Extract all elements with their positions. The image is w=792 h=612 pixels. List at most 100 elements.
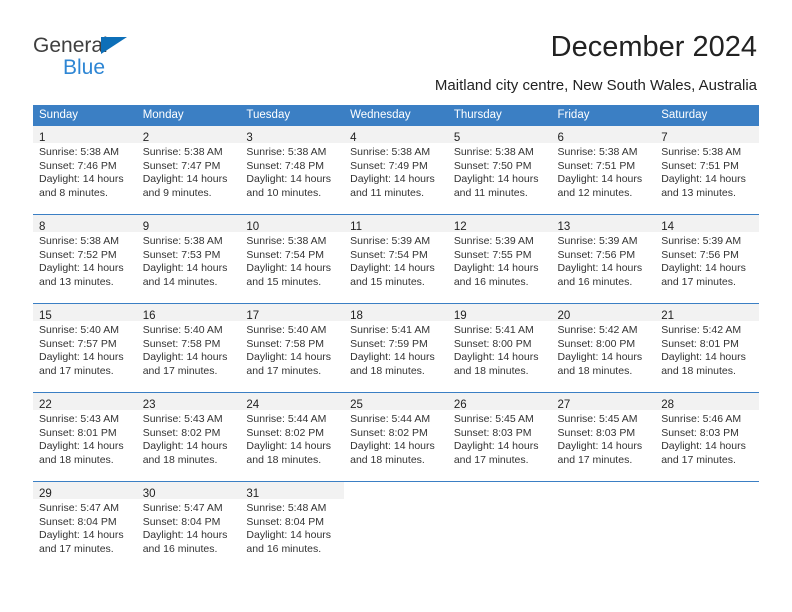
day-number: 9 xyxy=(142,221,150,233)
daylight-text: Daylight: 14 hours and 11 minutes. xyxy=(453,173,539,199)
day-number-band: 5 xyxy=(447,126,552,144)
sunset-text: Sunset: 8:01 PM xyxy=(661,337,739,350)
sunrise-text: Sunrise: 5:42 AM xyxy=(557,324,638,336)
daylight-text: Daylight: 14 hours and 16 minutes. xyxy=(557,262,643,288)
sunset-text: Sunset: 8:00 PM xyxy=(557,337,636,350)
brand-logo[interactable]: General Blue xyxy=(33,33,203,81)
day-cell[interactable]: 26 Sunrise: 5:45 AM Sunset: 8:03 PM Dayl… xyxy=(447,392,552,482)
weekday-header-wednesday: Wednesday xyxy=(344,105,448,126)
sunrise-text: Sunrise: 5:38 AM xyxy=(142,146,223,158)
calendar-page: General Blue December 2024 Maitland city… xyxy=(0,0,792,612)
day-cell[interactable]: 2 Sunrise: 5:38 AM Sunset: 7:47 PM Dayli… xyxy=(136,126,241,215)
day-cell[interactable]: 31 Sunrise: 5:48 AM Sunset: 8:04 PM Dayl… xyxy=(240,481,345,570)
weekday-header-monday: Monday xyxy=(136,105,241,126)
day-number-band: 4 xyxy=(344,126,448,144)
sunset-text: Sunset: 7:46 PM xyxy=(39,159,117,172)
day-cell[interactable]: 13 Sunrise: 5:39 AM Sunset: 7:56 PM Dayl… xyxy=(551,214,656,304)
daylight-text: Daylight: 14 hours and 16 minutes. xyxy=(453,262,539,288)
brand-logo-text-top: General xyxy=(33,33,203,58)
day-info: Sunrise: 5:38 AM Sunset: 7:46 PM Dayligh… xyxy=(33,143,137,200)
day-number-band: 28 xyxy=(655,393,759,411)
day-info: Sunrise: 5:41 AM Sunset: 7:59 PM Dayligh… xyxy=(344,321,448,378)
day-number: 22 xyxy=(39,399,52,411)
sunset-text: Sunset: 7:56 PM xyxy=(557,248,636,261)
sunrise-text: Sunrise: 5:38 AM xyxy=(39,235,119,247)
sunset-text: Sunset: 8:01 PM xyxy=(39,426,117,439)
day-cell[interactable]: 30 Sunrise: 5:47 AM Sunset: 8:04 PM Dayl… xyxy=(136,481,241,570)
daylight-text: Daylight: 14 hours and 12 minutes. xyxy=(557,173,643,199)
day-cell[interactable]: 7 Sunrise: 5:38 AM Sunset: 7:51 PM Dayli… xyxy=(655,126,759,215)
day-cell[interactable]: 4 Sunrise: 5:38 AM Sunset: 7:49 PM Dayli… xyxy=(344,126,448,215)
daylight-text: Daylight: 14 hours and 18 minutes. xyxy=(246,440,332,466)
sunrise-text: Sunrise: 5:45 AM xyxy=(557,413,638,425)
sunrise-text: Sunrise: 5:47 AM xyxy=(142,502,223,514)
day-cell[interactable]: 19 Sunrise: 5:41 AM Sunset: 8:00 PM Dayl… xyxy=(447,303,552,393)
day-number: 1 xyxy=(39,132,46,144)
daylight-text: Daylight: 14 hours and 18 minutes. xyxy=(39,440,124,466)
day-number: 24 xyxy=(246,399,260,411)
day-info: Sunrise: 5:47 AM Sunset: 8:04 PM Dayligh… xyxy=(33,499,137,556)
day-info: Sunrise: 5:44 AM Sunset: 8:02 PM Dayligh… xyxy=(240,410,344,467)
sunrise-text: Sunrise: 5:38 AM xyxy=(246,146,327,158)
day-number-band: 30 xyxy=(136,482,241,500)
day-cell[interactable]: 14 Sunrise: 5:39 AM Sunset: 7:56 PM Dayl… xyxy=(655,214,759,304)
day-cell[interactable]: 6 Sunrise: 5:38 AM Sunset: 7:51 PM Dayli… xyxy=(551,126,656,215)
sunrise-text: Sunrise: 5:39 AM xyxy=(661,235,742,247)
day-cell[interactable]: 20 Sunrise: 5:42 AM Sunset: 8:00 PM Dayl… xyxy=(551,303,656,393)
day-number: 8 xyxy=(39,221,46,233)
sunset-text: Sunset: 8:03 PM xyxy=(557,426,636,439)
day-cell[interactable]: 5 Sunrise: 5:38 AM Sunset: 7:50 PM Dayli… xyxy=(447,126,552,215)
day-cell[interactable]: 1 Sunrise: 5:38 AM Sunset: 7:46 PM Dayli… xyxy=(33,126,137,215)
day-number-band: 6 xyxy=(551,126,656,144)
day-cell[interactable]: 27 Sunrise: 5:45 AM Sunset: 8:03 PM Dayl… xyxy=(551,392,656,482)
calendar-week-row: 8 Sunrise: 5:38 AM Sunset: 7:52 PM Dayli… xyxy=(33,214,759,304)
daylight-text: Daylight: 14 hours and 17 minutes. xyxy=(39,529,124,555)
sunrise-text: Sunrise: 5:38 AM xyxy=(39,146,119,158)
day-number-band xyxy=(655,482,759,499)
sunset-text: Sunset: 8:02 PM xyxy=(142,426,221,439)
weekday-header-saturday: Saturday xyxy=(655,105,759,126)
daylight-text: Daylight: 14 hours and 10 minutes. xyxy=(246,173,332,199)
day-cell[interactable]: 10 Sunrise: 5:38 AM Sunset: 7:54 PM Dayl… xyxy=(240,214,345,304)
day-cell[interactable]: 23 Sunrise: 5:43 AM Sunset: 8:02 PM Dayl… xyxy=(136,392,241,482)
day-info: Sunrise: 5:48 AM Sunset: 8:04 PM Dayligh… xyxy=(240,499,344,556)
day-number-band: 22 xyxy=(33,393,137,411)
day-info: Sunrise: 5:38 AM Sunset: 7:54 PM Dayligh… xyxy=(240,232,344,289)
sunset-text: Sunset: 8:02 PM xyxy=(246,426,325,439)
day-cell[interactable]: 8 Sunrise: 5:38 AM Sunset: 7:52 PM Dayli… xyxy=(33,214,137,304)
day-cell[interactable]: 21 Sunrise: 5:42 AM Sunset: 8:01 PM Dayl… xyxy=(655,303,759,393)
day-cell[interactable]: 22 Sunrise: 5:43 AM Sunset: 8:01 PM Dayl… xyxy=(33,392,137,482)
day-cell[interactable]: 25 Sunrise: 5:44 AM Sunset: 8:02 PM Dayl… xyxy=(344,392,448,482)
sunrise-text: Sunrise: 5:42 AM xyxy=(661,324,742,336)
day-cell[interactable]: 15 Sunrise: 5:40 AM Sunset: 7:57 PM Dayl… xyxy=(33,303,137,393)
daylight-text: Daylight: 14 hours and 9 minutes. xyxy=(142,173,228,199)
sunrise-text: Sunrise: 5:43 AM xyxy=(39,413,119,425)
daylight-text: Daylight: 14 hours and 18 minutes. xyxy=(661,351,746,377)
day-cell[interactable]: 9 Sunrise: 5:38 AM Sunset: 7:53 PM Dayli… xyxy=(136,214,241,304)
day-number: 23 xyxy=(142,399,156,411)
day-cell[interactable]: 17 Sunrise: 5:40 AM Sunset: 7:58 PM Dayl… xyxy=(240,303,345,393)
weekday-header-thursday: Thursday xyxy=(447,105,552,126)
sunset-text: Sunset: 8:02 PM xyxy=(350,426,428,439)
day-number: 2 xyxy=(142,132,150,144)
day-number-band: 10 xyxy=(240,215,345,233)
sunset-text: Sunset: 8:04 PM xyxy=(246,515,325,528)
day-cell[interactable]: 16 Sunrise: 5:40 AM Sunset: 7:58 PM Dayl… xyxy=(136,303,241,393)
sunrise-text: Sunrise: 5:41 AM xyxy=(453,324,534,336)
day-cell[interactable]: 18 Sunrise: 5:41 AM Sunset: 7:59 PM Dayl… xyxy=(344,303,448,393)
day-cell[interactable]: 11 Sunrise: 5:39 AM Sunset: 7:54 PM Dayl… xyxy=(344,214,448,304)
daylight-text: Daylight: 14 hours and 17 minutes. xyxy=(661,440,746,466)
day-cell[interactable]: 3 Sunrise: 5:38 AM Sunset: 7:48 PM Dayli… xyxy=(240,126,345,215)
day-cell-empty xyxy=(551,481,656,570)
sunset-text: Sunset: 7:48 PM xyxy=(246,159,325,172)
daylight-text: Daylight: 14 hours and 16 minutes. xyxy=(246,529,332,555)
day-number-band: 21 xyxy=(655,304,759,322)
day-cell[interactable]: 24 Sunrise: 5:44 AM Sunset: 8:02 PM Dayl… xyxy=(240,392,345,482)
day-cell[interactable]: 12 Sunrise: 5:39 AM Sunset: 7:55 PM Dayl… xyxy=(447,214,552,304)
sunset-text: Sunset: 8:04 PM xyxy=(39,515,117,528)
sunset-text: Sunset: 8:03 PM xyxy=(453,426,532,439)
day-cell[interactable]: 29 Sunrise: 5:47 AM Sunset: 8:04 PM Dayl… xyxy=(33,481,137,570)
day-info: Sunrise: 5:39 AM Sunset: 7:54 PM Dayligh… xyxy=(344,232,448,289)
day-info: Sunrise: 5:38 AM Sunset: 7:48 PM Dayligh… xyxy=(240,143,344,200)
day-cell[interactable]: 28 Sunrise: 5:46 AM Sunset: 8:03 PM Dayl… xyxy=(655,392,759,482)
